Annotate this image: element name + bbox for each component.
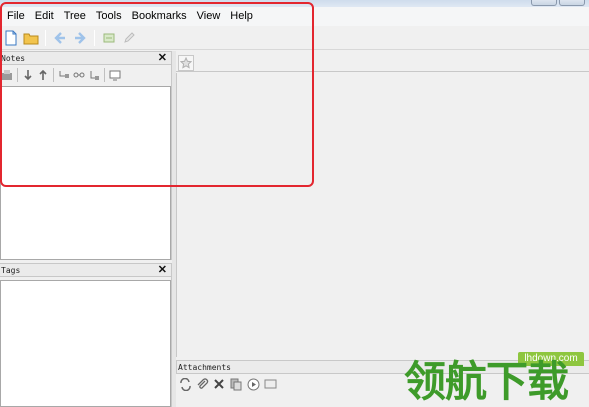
delete-icon[interactable]	[212, 377, 226, 391]
menu-bookmarks[interactable]: Bookmarks	[127, 7, 192, 26]
message-icon[interactable]	[263, 377, 277, 391]
window-controls	[531, 0, 585, 6]
open-folder-icon[interactable]	[22, 29, 40, 47]
menu-help[interactable]: Help	[225, 7, 258, 26]
title-bar	[0, 0, 589, 7]
tags-pane-title: Tags	[1, 266, 21, 275]
tags-pane-header: Tags ✕	[0, 263, 171, 277]
toolbar-separator	[45, 29, 46, 46]
edit-icon[interactable]	[120, 29, 138, 47]
back-icon[interactable]	[51, 29, 69, 47]
notes-toolbar-separator	[53, 68, 54, 82]
tags-list[interactable]	[0, 280, 171, 407]
tags-pane: Tags ✕	[0, 263, 172, 407]
notes-close-icon[interactable]: ✕	[158, 51, 167, 65]
link-icon[interactable]	[72, 67, 86, 83]
tags-close-icon[interactable]: ✕	[158, 263, 167, 277]
forward-icon[interactable]	[71, 29, 89, 47]
notes-pane: Notes ✕	[0, 51, 172, 260]
view-icon[interactable]	[108, 67, 122, 83]
notes-tree[interactable]	[0, 86, 171, 260]
copy-icon[interactable]	[229, 377, 243, 391]
menu-view[interactable]: View	[192, 7, 226, 26]
attachments-toolbar	[178, 376, 277, 392]
maximize-button[interactable]	[559, 0, 585, 6]
menu-tree[interactable]: Tree	[59, 7, 91, 26]
notes-toolbar-separator	[17, 68, 18, 82]
menu-tools[interactable]: Tools	[91, 7, 127, 26]
paperclip-icon[interactable]	[195, 377, 209, 391]
menu-edit[interactable]: Edit	[30, 7, 59, 26]
indent-icon[interactable]	[57, 67, 71, 83]
watermark-logo-text: 领航下载	[404, 357, 569, 406]
new-document-icon[interactable]	[2, 29, 20, 47]
star-icon[interactable]	[178, 55, 194, 71]
note-editor[interactable]	[176, 73, 589, 357]
editor-tab-bar	[176, 53, 589, 72]
toolbar-separator	[94, 29, 95, 46]
notes-pane-header: Notes ✕	[0, 51, 171, 65]
menu-file[interactable]: File	[2, 7, 30, 26]
play-icon[interactable]	[246, 377, 260, 391]
attach-icon[interactable]	[100, 29, 118, 47]
attachments-pane-title: Attachments	[178, 363, 231, 372]
minimize-button[interactable]	[531, 0, 557, 6]
menu-bar: File Edit Tree Tools Bookmarks View Help	[0, 7, 589, 26]
notes-toolbar	[0, 65, 171, 85]
main-toolbar	[0, 26, 589, 50]
sync-icon[interactable]	[178, 377, 192, 391]
add-note-icon[interactable]	[0, 67, 14, 83]
outdent-icon[interactable]	[87, 67, 101, 83]
notes-toolbar-separator	[104, 68, 105, 82]
move-down-icon[interactable]	[21, 67, 35, 83]
move-up-icon[interactable]	[36, 67, 50, 83]
notes-pane-title: Notes	[1, 54, 26, 63]
editor-area	[176, 51, 589, 357]
